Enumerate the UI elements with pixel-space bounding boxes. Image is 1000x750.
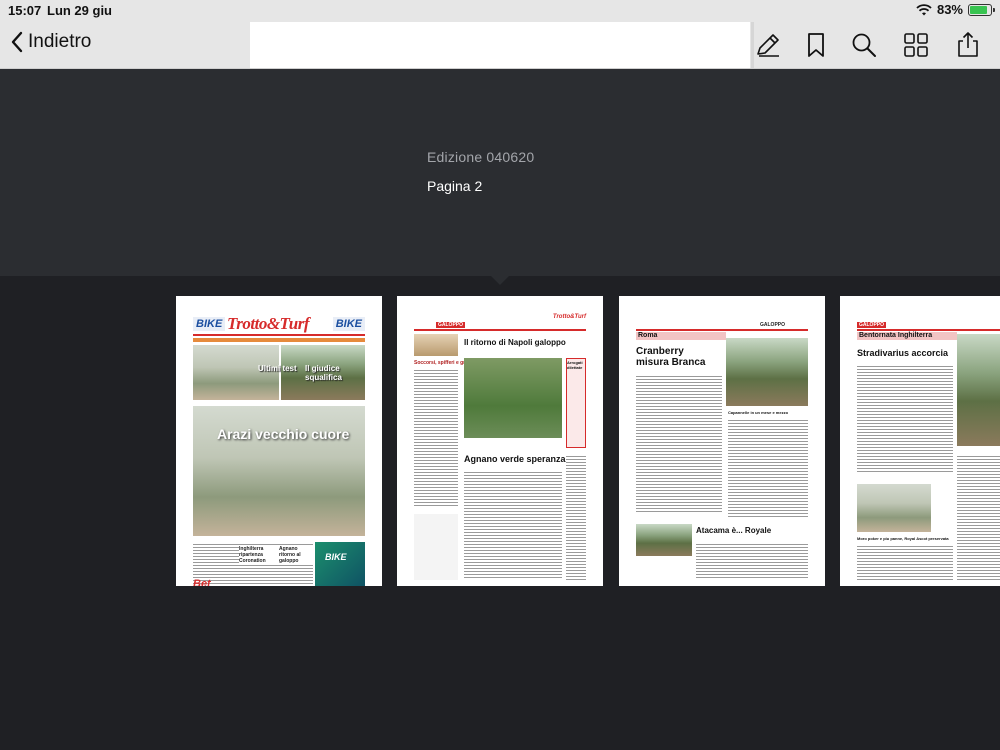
page-content: GALOPPO Roma Cranberry misura Branca Cap… (636, 314, 808, 580)
annotate-button[interactable] (753, 30, 783, 60)
title-field (250, 22, 750, 68)
ceremony-photo (857, 484, 931, 532)
magnifier-icon (852, 33, 876, 57)
battery-fill (970, 5, 987, 14)
winner-photo (957, 334, 1000, 446)
thumbnails-grid-icon (904, 33, 928, 57)
section-tag: GALOPPO (857, 322, 887, 328)
sidebar-title: Arrogati dilettate (567, 360, 583, 370)
section-bar (636, 329, 808, 331)
left-column-text (414, 368, 458, 508)
edition-header: Edizione 040620 Pagina 2 (0, 69, 1000, 276)
bike-promo: BIKE (315, 542, 365, 586)
current-page-label: Pagina 2 (427, 178, 483, 194)
bet-logo: Bet (193, 578, 211, 586)
section-bar (414, 329, 586, 331)
orange-strip (193, 338, 365, 342)
page3-box-title: Capannelle in un mese e mezzo (728, 410, 789, 415)
bottom-teaser-1: Inghilterra ripartenza Coronation (239, 546, 279, 564)
page-content: GALOPPO Trotto&Turf Il ritorno di Napoli… (414, 314, 586, 580)
battery-icon (968, 3, 995, 16)
bookmark-button[interactable] (801, 30, 831, 60)
main-column-text (464, 470, 562, 580)
bike-badge-left: BIKE (193, 317, 226, 331)
navigation-bar: Indietro (0, 22, 1000, 69)
page2-main-headline: Agnano verde speranza (464, 454, 566, 464)
bike-promo-label: BIKE (325, 552, 347, 562)
page-content: GALOPPO Bentornata Inghilterra Stradivar… (857, 314, 1000, 580)
racecourse-photo (464, 358, 562, 438)
back-button[interactable]: Indietro (10, 31, 91, 53)
page-thumbnail-1[interactable]: BIKE Trotto&Turf BIKE Ultimi test Il giu… (176, 296, 382, 586)
page3-place: Roma (638, 332, 658, 339)
page-logo: Trotto&Turf (552, 314, 586, 320)
bottom-text (857, 544, 953, 580)
share-button[interactable] (953, 30, 983, 60)
section-bar (857, 329, 1000, 331)
results-table (957, 454, 1000, 580)
page4-caption: Moro poker e piu panne, Royal Ascot pres… (857, 536, 949, 541)
cover-headline: Arazi vecchio cuore (217, 426, 350, 442)
bottom-teaser-2: Agnano ritorno al galoppo (279, 546, 313, 564)
share-icon (958, 32, 978, 57)
search-button[interactable] (849, 30, 879, 60)
current-page-pointer (491, 276, 509, 285)
section-tag: GALOPPO (436, 322, 466, 328)
back-button-label: Indietro (28, 31, 92, 52)
sidebar-box (566, 358, 586, 448)
thumbnails-grid-button[interactable] (901, 30, 931, 60)
left-column-text (857, 364, 953, 474)
chevron-left-icon (11, 31, 23, 53)
page-content: BIKE Trotto&Turf BIKE Ultimi test Il giu… (193, 314, 365, 586)
page3-headline-2: Atacama è... Royale (696, 526, 772, 535)
status-time: 15:07 (8, 3, 42, 18)
right-column-text (566, 454, 586, 580)
page-thumbnail-4[interactable]: GALOPPO Bentornata Inghilterra Stradivar… (840, 296, 1000, 586)
page-thumbnail-strip[interactable]: BIKE Trotto&Turf BIKE Ultimi test Il giu… (0, 276, 1000, 750)
teaser-2: Il giudice squalifica (305, 364, 342, 382)
building-photo (414, 334, 458, 356)
page4-place: Bentornata Inghilterra (859, 332, 933, 339)
status-right-group: 83% (916, 2, 995, 17)
newspaper-logo: Trotto&Turf (227, 314, 310, 333)
bike-badge-right: BIKE (332, 317, 365, 331)
results-table (636, 374, 722, 514)
second-photo (636, 524, 692, 556)
battery-percentage: 83% (936, 2, 963, 17)
teaser-1: Ultimi test (258, 364, 297, 373)
winner-photo (726, 338, 808, 406)
bookmark-icon (808, 33, 824, 57)
page4-headline: Stradivarius accorcia (857, 348, 949, 358)
status-bar: 15:07 Lun 29 giu 83% (0, 0, 1000, 22)
pen-icon (757, 34, 779, 57)
status-date: Lun 29 giu (47, 3, 112, 18)
masthead: BIKE Trotto&Turf BIKE (193, 314, 365, 336)
bottom-text (696, 542, 808, 580)
wifi-icon (916, 3, 932, 15)
page-thumbnail-2[interactable]: GALOPPO Trotto&Turf Il ritorno di Napoli… (397, 296, 603, 586)
page2-headline: Il ritorno di Napoli galoppo (464, 338, 566, 347)
ad-block (414, 514, 458, 580)
section-tag: GALOPPO (758, 322, 788, 328)
page3-headline: Cranberry misura Branca (636, 346, 706, 368)
right-column-text (728, 418, 808, 518)
page-thumbnail-3[interactable]: GALOPPO Roma Cranberry misura Branca Cap… (619, 296, 825, 586)
edition-label: Edizione 040620 (427, 149, 535, 165)
